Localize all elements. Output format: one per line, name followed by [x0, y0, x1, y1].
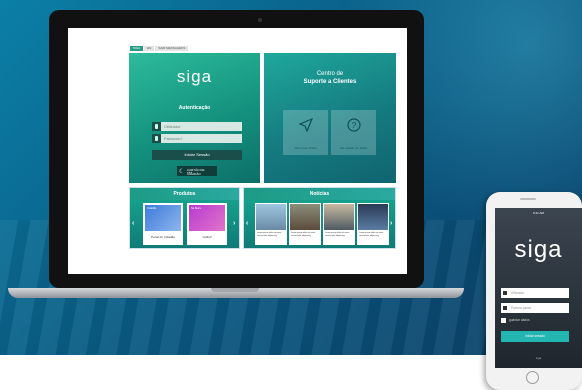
top-tabs: SIGA EN SAIR MENSAGENS: [130, 46, 189, 51]
phone-username-placeholder: Utilizador: [511, 291, 525, 295]
laptop-camera: [258, 18, 262, 22]
tab-language[interactable]: EN: [144, 46, 155, 51]
news-panel: Notícias ‹ Lorem ipsum dolor sit amet, c…: [243, 187, 396, 249]
phone-password-field[interactable]: Palavra-passe: [501, 303, 569, 313]
chevron-left-icon[interactable]: ‹: [132, 220, 134, 227]
citizen-card-icon: ☾: [179, 169, 185, 175]
tab-messages[interactable]: SAIR MENSAGENS: [155, 46, 189, 51]
chevron-right-icon[interactable]: ›: [233, 220, 235, 227]
product-label: Portal do Cidadão: [150, 235, 176, 239]
phone-password-placeholder: Palavra-passe: [511, 306, 532, 310]
news-image: [290, 204, 320, 230]
ticket-status-label: Ver estado do Ticket: [339, 146, 368, 150]
password-placeholder: Password: [164, 136, 182, 141]
news-card[interactable]: Lorem ipsum dolor sit amet, consectetur …: [255, 203, 287, 245]
news-image: [324, 204, 354, 230]
password-field[interactable]: Password: [152, 134, 242, 143]
paper-plane-icon: [283, 117, 328, 135]
news-image: [256, 204, 286, 230]
product-label: Gulbuf: [202, 235, 212, 239]
remember-checkbox[interactable]: [501, 318, 506, 323]
products-panel: Produtos ‹ Cidadão Portal do Cidadão Na …: [129, 187, 240, 249]
lock-icon: [152, 134, 161, 143]
phone-screen: 9:41 AM siga Utilizador Palavra-passe gu…: [495, 208, 582, 368]
user-icon: [152, 122, 161, 131]
chevron-left-icon[interactable]: ‹: [246, 220, 248, 227]
news-carousel: ‹ Lorem ipsum dolor sit amet, consectetu…: [244, 200, 395, 248]
product-top-text: Cidadão: [147, 207, 157, 210]
news-card[interactable]: Lorem ipsum dolor sit amet, consectetur …: [357, 203, 389, 245]
citizen-card-button[interactable]: ☾ CARTÃO DE CIDADÃO ★★★: [177, 166, 217, 176]
news-caption: Lorem ipsum dolor sit amet, consectetur …: [325, 232, 350, 237]
phone-login-button[interactable]: Iniciar sessão: [501, 331, 569, 342]
login-button[interactable]: Iniciar Sessão: [152, 150, 242, 160]
products-title: Produtos: [130, 188, 239, 200]
status-bar-time: 9:41 AM: [532, 211, 544, 215]
username-placeholder: Utilizador: [164, 124, 181, 129]
product-card[interactable]: Cidadão Portal do Cidadão: [143, 203, 183, 245]
laptop-screen: SIGA EN SAIR MENSAGENS siga Autenticação…: [68, 28, 407, 274]
news-image: [358, 204, 388, 230]
phone-siga-logo: siga: [514, 236, 563, 263]
product-top-text: Na Beira: [191, 207, 201, 210]
citizen-card-stars: ★★★: [187, 172, 193, 174]
username-field[interactable]: Utilizador: [152, 122, 242, 131]
news-card[interactable]: Lorem ipsum dolor sit amet, consectetur …: [289, 203, 321, 245]
tab-siga[interactable]: SIGA: [130, 46, 144, 51]
phone-home-button[interactable]: [526, 371, 539, 384]
ticket-status-tile[interactable]: ? Ver estado do Ticket: [331, 110, 376, 155]
chevron-right-icon[interactable]: ›: [390, 220, 392, 227]
product-card[interactable]: Na Beira Gulbuf: [187, 203, 227, 245]
svg-text:?: ?: [351, 121, 356, 130]
new-ticket-label: Abrir novo Ticket: [294, 146, 317, 150]
support-title-line1: Centro de: [316, 71, 344, 77]
login-title: Autenticação: [178, 105, 211, 111]
phone-username-field[interactable]: Utilizador: [501, 288, 569, 298]
news-caption: Lorem ipsum dolor sit amet, consectetur …: [359, 232, 384, 237]
siga-logo: siga: [176, 67, 213, 86]
phone-footer-logo: siga: [535, 356, 542, 360]
news-caption: Lorem ipsum dolor sit amet, consectetur …: [291, 232, 316, 237]
user-icon: [503, 291, 507, 295]
question-icon: ?: [331, 118, 376, 135]
news-title: Notícias: [244, 188, 395, 200]
remember-label: guardar dados: [509, 318, 530, 322]
login-panel: siga Autenticação Utilizador Password In…: [129, 53, 260, 183]
news-caption: Lorem ipsum dolor sit amet, consectetur …: [257, 232, 282, 237]
laptop-notch: [211, 288, 259, 292]
new-ticket-tile[interactable]: Abrir novo Ticket: [283, 110, 328, 155]
products-carousel: ‹ Cidadão Portal do Cidadão Na Beira Gul…: [130, 200, 239, 248]
key-icon: [503, 306, 507, 310]
phone-speaker: [520, 198, 536, 200]
news-card[interactable]: Lorem ipsum dolor sit amet, consectetur …: [323, 203, 355, 245]
support-panel: Centro de Suporte a Clientes Abrir novo …: [264, 53, 396, 183]
support-title-line2: Suporte a Clientes: [303, 79, 357, 85]
